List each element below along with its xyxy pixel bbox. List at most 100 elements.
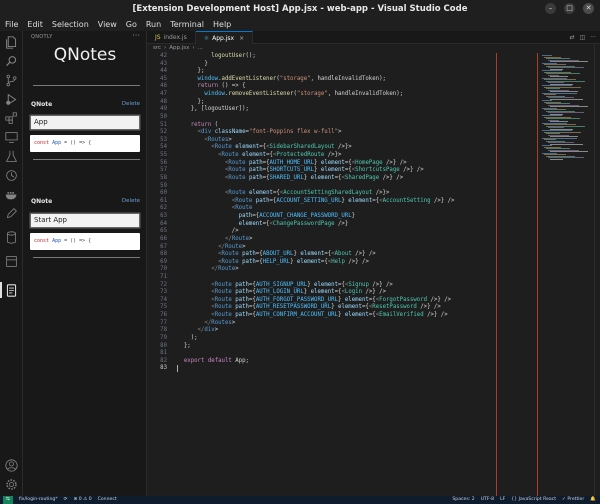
note-1-title-input[interactable]: App [30, 115, 140, 130]
code-line[interactable]: <Route element={<AccountSettingSharedLay… [177, 190, 389, 196]
breadcrumb-symbol[interactable]: ... [198, 45, 203, 51]
code-line[interactable]: <Route path={SHORTCUTS_URL} element={<Sh… [177, 167, 424, 173]
code-line[interactable]: return () => { [177, 83, 246, 89]
minimize-button[interactable]: – [545, 3, 556, 14]
code-editor[interactable]: 42 logoutUser(); 43 } 44 }; 45 window.addEv… [147, 53, 547, 496]
code-line[interactable]: </Routes> [177, 320, 235, 326]
close-tab-icon[interactable]: × [239, 35, 244, 42]
note-2-title-input[interactable]: Start App [30, 213, 140, 228]
problems-status[interactable]: ⊗ 0 ⚠ 0 [73, 496, 91, 504]
menu-terminal[interactable]: Terminal [170, 18, 204, 31]
code-line[interactable]: <Route path={AUTH_HOME_URL} element={<Ho… [177, 160, 407, 166]
encoding-status[interactable]: UTF-8 [481, 496, 494, 504]
extensions-icon[interactable] [5, 112, 18, 125]
tab-app-jsx[interactable]: ⚛ App.jsx × [195, 31, 254, 44]
tab-index-js[interactable]: JS index.js [147, 31, 196, 44]
files-icon[interactable] [5, 36, 18, 49]
line-number: 83 [160, 365, 167, 372]
line-number: 63 [160, 213, 167, 220]
note-1-code-snippet[interactable]: const App = () => { [30, 135, 140, 152]
remote-indicator[interactable]: ⇆ [3, 496, 13, 504]
code-line[interactable]: window.addEventListener("storage", handl… [177, 76, 386, 82]
connect-status[interactable]: Connect [98, 496, 117, 504]
vertical-scrollbar[interactable] [594, 44, 600, 496]
code-line[interactable]: <Route path={ACCOUNT_SETTING_URL} elemen… [177, 198, 455, 204]
code-line[interactable]: ); [177, 335, 198, 341]
settings-gear-icon[interactable] [5, 478, 18, 491]
code-line[interactable]: <Route path={ABOUT_URL} element={<About … [177, 251, 376, 257]
code-line[interactable]: <Route path={AUTH_LOGIN_URL} element={<L… [177, 289, 386, 295]
code-line[interactable]: <Route element={<SidebarSharedLayout />}… [177, 144, 351, 150]
testing-icon[interactable] [5, 150, 18, 163]
breadcrumb-file[interactable]: App.jsx [169, 45, 189, 51]
compare-icon[interactable]: ⇄ [570, 31, 575, 44]
menu-go[interactable]: Go [126, 18, 137, 31]
split-editor-icon[interactable]: ◫ [580, 31, 586, 44]
database-icon[interactable] [5, 231, 18, 244]
code-line[interactable]: path={ACCOUNT_CHANGE_PASSWORD_URL} [177, 213, 355, 219]
note-2-delete-button[interactable]: Delete [122, 198, 140, 204]
code-line[interactable]: return ( [177, 122, 218, 128]
notifications-icon[interactable]: 🔔 [590, 496, 596, 504]
window-title: [Extension Development Host] App.jsx - w… [132, 4, 468, 14]
remote-explorer-icon[interactable] [5, 131, 18, 144]
code-line[interactable]: logoutUser(); [177, 53, 256, 59]
code-line[interactable]: <Route element={<ProtectedRoute />}> [177, 152, 341, 158]
menu-run[interactable]: Run [146, 18, 161, 31]
note-2-code-snippet[interactable]: const App = () => { [30, 233, 140, 250]
code-line[interactable]: }; [177, 99, 205, 105]
code-line[interactable]: /> [177, 228, 239, 234]
code-line[interactable]: <Route [177, 205, 253, 211]
more-actions-icon[interactable]: ··· [132, 31, 140, 40]
code-line[interactable]: <Route path={AUTH_SIGNUP_URL} element={<… [177, 282, 393, 288]
timeline-icon[interactable] [5, 169, 18, 182]
code-line[interactable]: export default App; [177, 358, 249, 364]
code-line[interactable]: }, [logoutUser]); [177, 106, 249, 112]
code-line[interactable]: <Routes> [177, 137, 231, 143]
source-control-icon[interactable] [5, 74, 18, 87]
menu-edit[interactable]: Edit [27, 18, 43, 31]
code-line[interactable]: }; [177, 68, 205, 74]
sync-status[interactable]: ⟳ [64, 496, 68, 504]
code-line[interactable]: <Route path={AUTH_RESETPASSWORD_URL} ele… [177, 304, 441, 310]
window-icon[interactable] [5, 255, 18, 268]
prettier-status[interactable]: ✓ Prettier [562, 496, 584, 504]
line-number: 64 [160, 220, 167, 227]
branch-status[interactable]: fix/login-routing* [19, 496, 58, 504]
code-identifier: App [52, 238, 62, 244]
search-icon[interactable] [5, 55, 18, 68]
code-line[interactable]: </div> [177, 327, 219, 333]
eol-status[interactable]: LF [500, 496, 505, 504]
indentation-status[interactable]: Spaces: 2 [452, 496, 474, 504]
line-number: 81 [160, 350, 167, 357]
code-line[interactable]: </Route> [177, 266, 238, 272]
code-line[interactable]: } [177, 61, 207, 67]
qnotes-icon[interactable] [5, 284, 18, 297]
menu-view[interactable]: View [98, 18, 117, 31]
code-line[interactable]: <Route path={SHARED_URL} element={<Share… [177, 175, 403, 181]
breadcrumb-src[interactable]: src [153, 45, 161, 51]
more-actions-icon[interactable]: ··· [590, 31, 596, 44]
code-line[interactable]: <Route path={AUTH_FORGOT_PASSWORD_URL} e… [177, 297, 451, 303]
pencil-icon[interactable] [5, 207, 18, 220]
run-debug-icon[interactable] [5, 93, 18, 106]
menu-file[interactable]: File [5, 18, 18, 31]
menu-help[interactable]: Help [213, 18, 231, 31]
code-line[interactable]: element={<ChangePasswordPage />} [177, 221, 349, 227]
code-line[interactable]: <Route path={AUTH_CONFIRM_ACCOUNT_URL} e… [177, 312, 447, 318]
account-icon[interactable] [5, 459, 18, 472]
close-button[interactable]: ✕ [583, 3, 594, 14]
code-line[interactable]: </Route> [177, 244, 245, 250]
code-line[interactable]: <Route path={HELP_URL} element={<Help />… [177, 259, 369, 265]
code-line[interactable]: }; [177, 343, 191, 349]
note-1-delete-button[interactable]: Delete [122, 101, 140, 107]
code-line[interactable]: <div className="font-Poppins flex w-full… [177, 129, 342, 135]
title-divider [33, 85, 140, 86]
menu-selection[interactable]: Selection [52, 18, 89, 31]
code-line[interactable]: </Route> [177, 236, 252, 242]
code-line[interactable]: window.removeEventListener("storage", ha… [177, 91, 403, 97]
maximize-button[interactable]: □ [564, 3, 575, 14]
language-status[interactable]: {} JavaScript React [511, 496, 556, 504]
docker-icon[interactable] [5, 188, 18, 201]
minimap[interactable] [540, 53, 594, 496]
